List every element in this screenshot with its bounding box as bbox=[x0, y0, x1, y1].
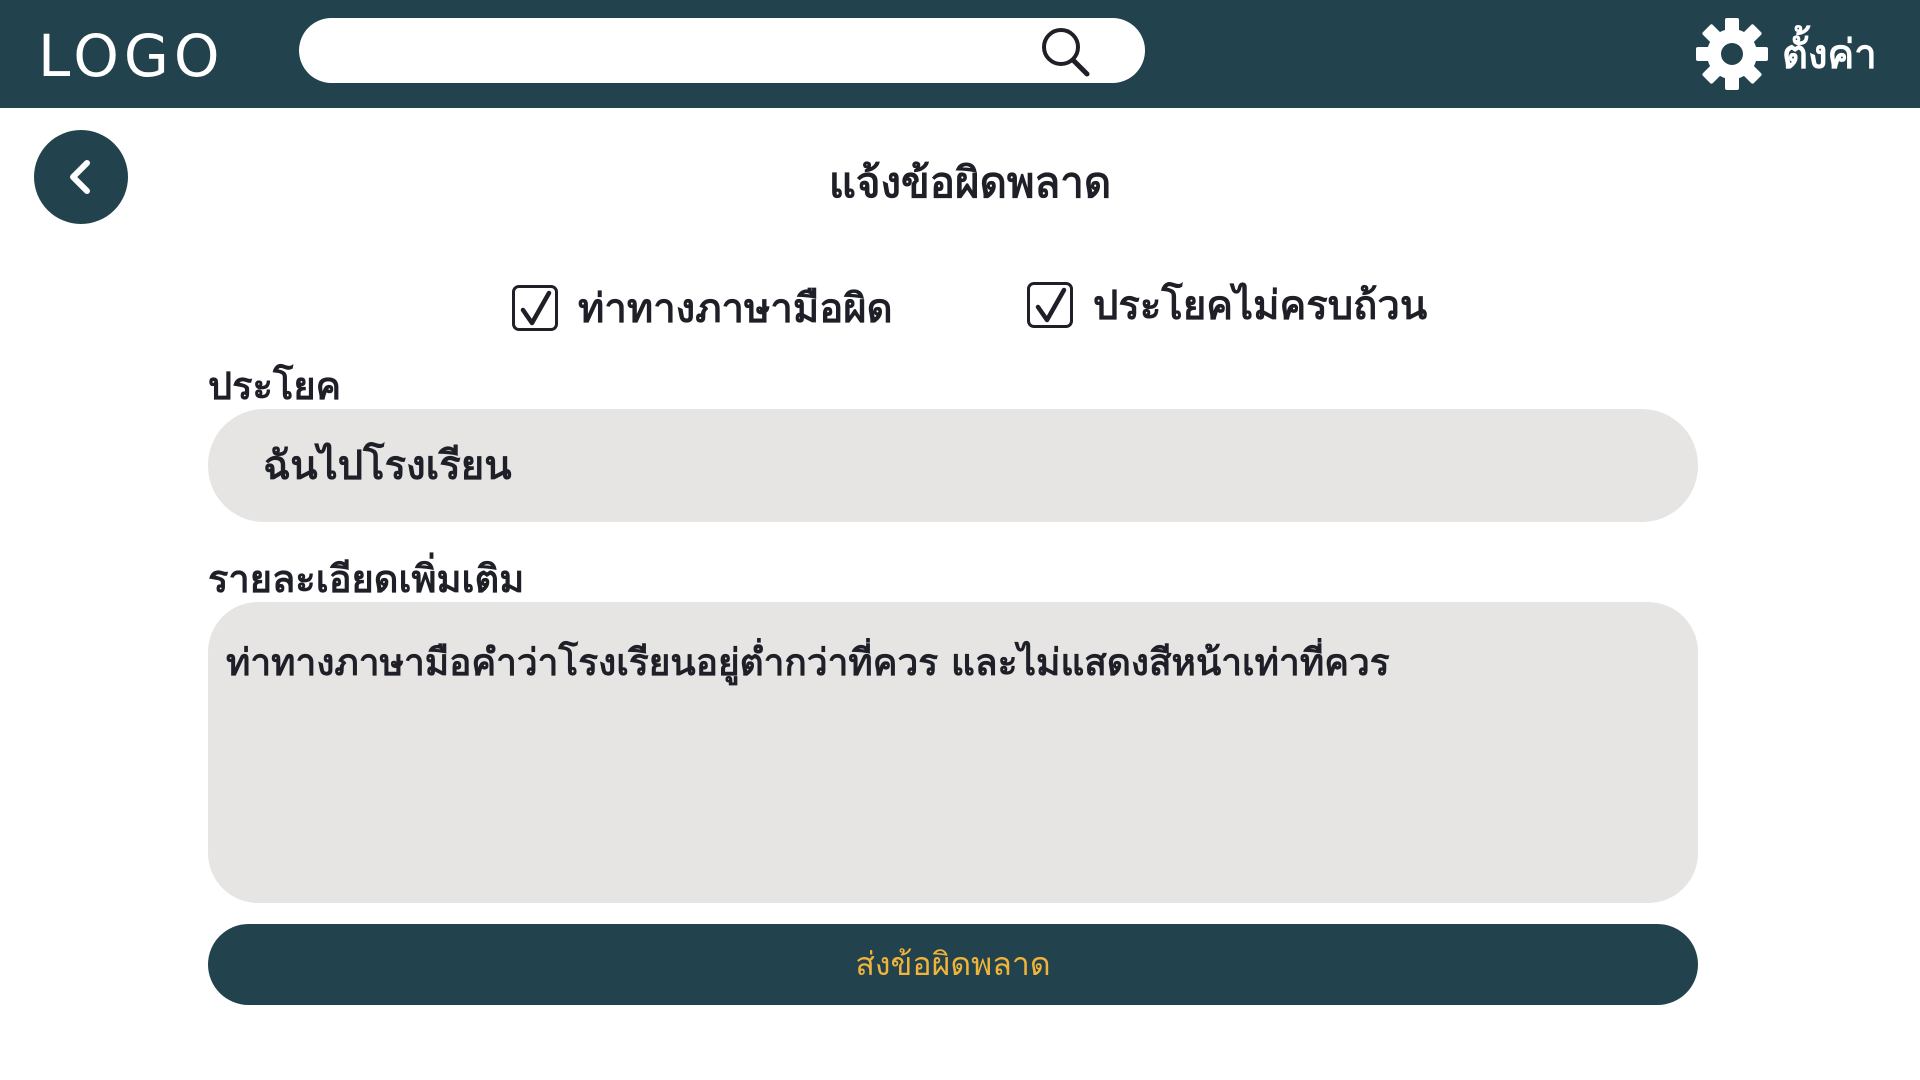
checkmark-icon bbox=[1035, 287, 1067, 323]
option-label: ประโยคไม่ครบถ้วน bbox=[1093, 283, 1428, 329]
checkbox-sentence-incomplete[interactable] bbox=[1027, 282, 1073, 328]
logo[interactable]: LOGO bbox=[38, 22, 225, 90]
details-label: รายละเอียดเพิ่มเติม bbox=[208, 557, 525, 601]
search-input[interactable] bbox=[329, 28, 1019, 73]
checkbox-gesture-wrong[interactable] bbox=[512, 285, 558, 331]
gear-icon bbox=[1696, 18, 1768, 90]
option-sentence-incomplete[interactable]: ประโยคไม่ครบถ้วน bbox=[1027, 273, 1427, 337]
sentence-input[interactable] bbox=[263, 433, 1643, 497]
search-icon[interactable] bbox=[1037, 24, 1093, 80]
checkmark-icon bbox=[520, 290, 552, 326]
settings-button[interactable]: ตั้งค่า bbox=[1694, 14, 1904, 94]
page-title: แจ้งข้อผิดพลาด bbox=[828, 158, 1112, 207]
settings-label: ตั้งค่า bbox=[1782, 32, 1877, 78]
option-label: ท่าทางภาษามือผิด bbox=[578, 286, 893, 332]
sentence-field[interactable] bbox=[208, 409, 1698, 522]
submit-error-button[interactable]: ส่งข้อผิดพลาด bbox=[208, 924, 1698, 1005]
details-textarea[interactable]: ท่าทางภาษามือคำว่าโรงเรียนอยู่ต่ำกว่าที่… bbox=[226, 638, 1686, 878]
sentence-label: ประโยค bbox=[208, 364, 342, 408]
search-bar[interactable] bbox=[299, 18, 1145, 83]
option-gesture-wrong[interactable]: ท่าทางภาษามือผิด bbox=[512, 276, 893, 340]
details-field[interactable]: ท่าทางภาษามือคำว่าโรงเรียนอยู่ต่ำกว่าที่… bbox=[208, 602, 1698, 903]
top-bar: LOGO ตั้งค่า bbox=[0, 0, 1920, 108]
